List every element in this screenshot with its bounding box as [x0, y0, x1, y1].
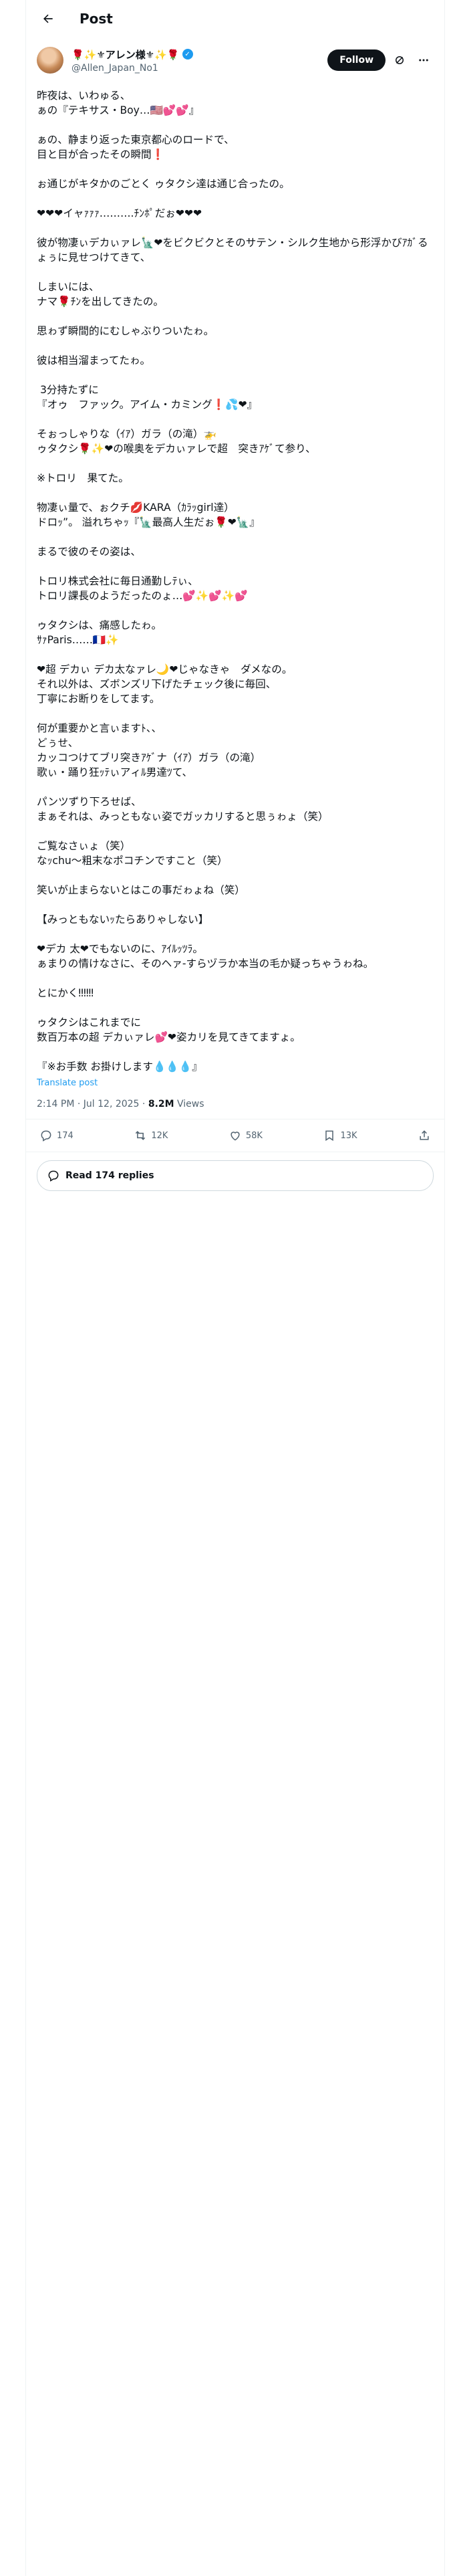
- repost-button[interactable]: 12K: [134, 1129, 168, 1142]
- meta-separator: ·: [77, 1099, 81, 1109]
- reply-icon: [48, 1170, 59, 1182]
- page-title: Post: [80, 11, 113, 27]
- author-row: 🌹✨⚜アレン様⚜✨🌹 ✓ @Allen_Japan_No1 Follow: [26, 37, 444, 78]
- read-replies-label: Read 174 replies: [65, 1170, 154, 1181]
- bookmark-count: 13K: [340, 1130, 357, 1141]
- verified-badge-icon: ✓: [182, 49, 193, 60]
- grok-button[interactable]: [390, 50, 410, 70]
- bookmark-button[interactable]: 13K: [323, 1129, 357, 1142]
- avatar[interactable]: [37, 47, 63, 74]
- repost-icon: [136, 1131, 146, 1140]
- grok-icon: [396, 56, 404, 64]
- repost-count: 12K: [151, 1130, 168, 1141]
- reply-icon: [41, 1130, 51, 1142]
- action-bar: 174 12K 58K 13K: [26, 1119, 444, 1152]
- views-count: 8.2M: [148, 1099, 174, 1109]
- like-count: 58K: [245, 1130, 263, 1141]
- translate-post-link[interactable]: Translate post: [26, 1074, 444, 1088]
- post-time[interactable]: 2:14 PM: [37, 1099, 74, 1109]
- post-text: 昨夜は、いわゅる、 ぁの『テキサス・Boy…🇺🇸💕💕』 ぁの、静まり返った東京都…: [37, 90, 428, 1073]
- more-icon: [419, 59, 428, 62]
- post-meta: 2:14 PM · Jul 12, 2025 · 8.2M Views: [26, 1088, 444, 1119]
- author-names: 🌹✨⚜アレン様⚜✨🌹 ✓ @Allen_Japan_No1: [71, 47, 327, 74]
- heart-icon: [231, 1132, 240, 1141]
- more-button[interactable]: [414, 50, 434, 70]
- read-replies-button[interactable]: Read 174 replies: [37, 1160, 434, 1191]
- views-label: Views: [177, 1099, 204, 1109]
- reply-count: 174: [57, 1130, 73, 1141]
- page: Post 🌹✨⚜アレン様⚜✨🌹 ✓ @Allen_Japan_No1 Follo…: [0, 0, 451, 2576]
- left-rail: [0, 0, 26, 2576]
- right-rail: [444, 0, 451, 2576]
- arrow-left-icon: [43, 14, 53, 23]
- post-column: Post 🌹✨⚜アレン様⚜✨🌹 ✓ @Allen_Japan_No1 Follo…: [26, 0, 444, 1199]
- meta-separator: ·: [142, 1099, 146, 1109]
- follow-button[interactable]: Follow: [327, 49, 386, 71]
- back-button[interactable]: [37, 7, 59, 30]
- author-display-name[interactable]: 🌹✨⚜アレン様⚜✨🌹: [71, 47, 180, 62]
- reply-button[interactable]: 174: [39, 1129, 73, 1142]
- author-handle[interactable]: @Allen_Japan_No1: [71, 63, 327, 74]
- post-date[interactable]: Jul 12, 2025: [84, 1099, 140, 1109]
- like-button[interactable]: 58K: [229, 1129, 263, 1142]
- bookmark-icon: [325, 1130, 334, 1142]
- top-bar: Post: [26, 0, 444, 37]
- share-button[interactable]: [418, 1129, 431, 1142]
- author-display-name-row[interactable]: 🌹✨⚜アレン様⚜✨🌹 ✓: [71, 47, 327, 62]
- share-icon: [420, 1130, 429, 1140]
